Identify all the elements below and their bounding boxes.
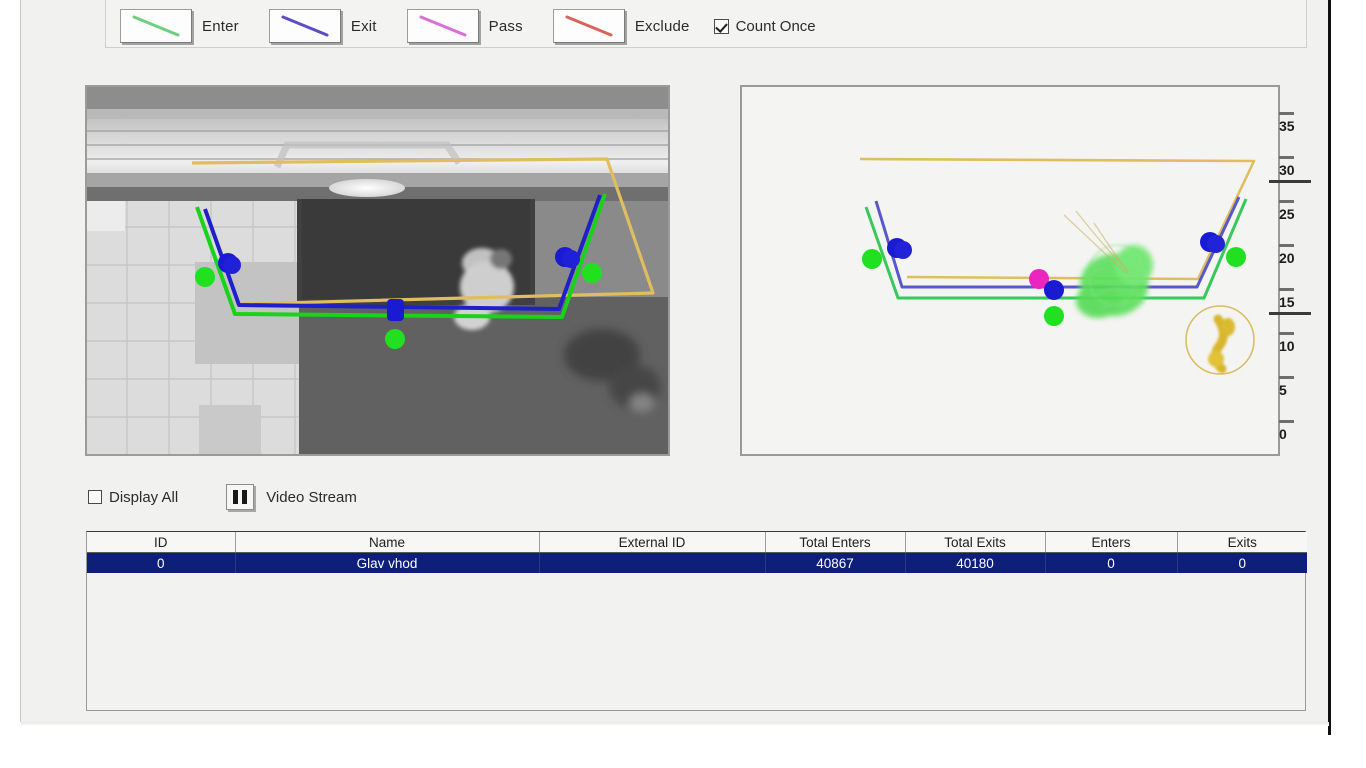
cell-id: 0	[87, 552, 236, 573]
ruler-label-0: 0	[1279, 426, 1287, 442]
column-header-name[interactable]: Name	[235, 532, 540, 553]
legend-label-enter: Enter	[202, 17, 239, 35]
column-header-total_exits[interactable]: Total Exits	[905, 532, 1046, 553]
ruler-label-20: 20	[1279, 250, 1295, 266]
counters-grid[interactable]: ID Name External ID Total Enters Total Exits…	[86, 531, 1307, 711]
count-once-checkbox[interactable]: Count Once	[713, 17, 816, 35]
ruler-label-5: 5	[1279, 382, 1287, 398]
cell-enters: 0	[1045, 552, 1178, 573]
window-right-border	[1328, 0, 1331, 735]
count-once-label: Count Once	[735, 17, 816, 35]
video-preview-panel[interactable]	[85, 85, 670, 456]
legend-item-exclude: Exclude	[552, 9, 714, 43]
legend-item-enter: Enter	[120, 9, 269, 43]
pause-icon-bar-left	[233, 490, 239, 504]
checkbox-box-icon	[88, 490, 102, 504]
display-all-label: Display All	[109, 488, 179, 506]
legend-item-pass: Pass	[406, 9, 553, 43]
table-body: 0 Glav vhod 40867 40180 0 0	[87, 552, 1307, 573]
cell-name: Glav vhod	[235, 552, 540, 573]
counters-table: ID Name External ID Total Enters Total Exits…	[87, 532, 1307, 573]
ruler-tick-0	[1279, 420, 1294, 423]
legend-toolbar: Enter Exit Pass Exclude Count Once	[105, 0, 1307, 48]
column-header-enters[interactable]: Enters	[1045, 532, 1178, 553]
legend-label-exit: Exit	[350, 17, 377, 35]
ruler-label-25: 25	[1279, 206, 1295, 222]
cell-external_id	[539, 552, 766, 573]
ruler-tick-35	[1279, 112, 1294, 115]
ruler-tick-5	[1279, 376, 1294, 379]
cell-exits: 0	[1238, 555, 1246, 571]
ruler-tick-10	[1279, 332, 1294, 335]
table-header-row: ID Name External ID Total Enters Total Exits…	[87, 532, 1307, 553]
ruler-label-30: 30	[1279, 162, 1295, 178]
cell-total_enters: 40867	[765, 552, 906, 573]
ruler-label-35: 35	[1279, 118, 1295, 134]
ruler-label-15: 15	[1279, 294, 1295, 310]
ruler-tick-15	[1279, 288, 1294, 291]
cell-total_exits: 40180	[905, 552, 1046, 573]
video-stream-label: Video Stream	[266, 488, 357, 506]
column-header-id[interactable]: ID	[87, 532, 236, 553]
ruler-tick-30	[1279, 156, 1294, 159]
legend-label-exclude: Exclude	[634, 17, 690, 35]
column-header-total_enters[interactable]: Total Enters	[765, 532, 906, 553]
table-empty-area[interactable]	[88, 574, 1304, 709]
legend-items: Enter Exit Pass Exclude Count Once	[120, 6, 816, 46]
legend-item-exit: Exit	[268, 9, 407, 43]
video-stream-pause-button[interactable]	[226, 484, 255, 510]
display-all-checkbox[interactable]: Display All	[88, 489, 178, 506]
line-swatch-pass-icon[interactable]	[406, 9, 479, 43]
depth-frame	[742, 87, 1278, 454]
pause-icon-bar-right	[242, 490, 248, 504]
checkmark-icon	[713, 18, 729, 34]
people-counter-window: Enter Exit Pass Exclude Count Once 35 30…	[0, 0, 1366, 768]
ruler-tick-25	[1279, 200, 1294, 203]
line-swatch-exclude-icon[interactable]	[552, 9, 625, 43]
column-header-exits[interactable]: Exits	[1177, 532, 1307, 553]
depth-view-panel[interactable]	[740, 85, 1280, 456]
view-controls-row: Display All Video Stream	[88, 482, 357, 512]
ruler-tick-20	[1279, 244, 1294, 247]
table-header: ID Name External ID Total Enters Total Exits…	[87, 532, 1307, 553]
video-frame	[87, 87, 668, 454]
ruler-label-10: 10	[1279, 338, 1295, 354]
ruler-major-line-30	[1269, 180, 1311, 183]
depth-scale-ruler: 35 30 25 20 15 10 5 0	[1269, 86, 1319, 456]
ruler-major-line-15	[1269, 312, 1311, 315]
table-row[interactable]: 0 Glav vhod 40867 40180 0 0	[87, 552, 1307, 573]
column-header-external_id[interactable]: External ID	[539, 532, 766, 553]
line-swatch-enter-icon[interactable]	[120, 9, 192, 43]
line-swatch-exit-icon[interactable]	[268, 9, 341, 43]
window-bottom-edge	[21, 722, 1329, 726]
legend-label-pass: Pass	[488, 17, 523, 35]
